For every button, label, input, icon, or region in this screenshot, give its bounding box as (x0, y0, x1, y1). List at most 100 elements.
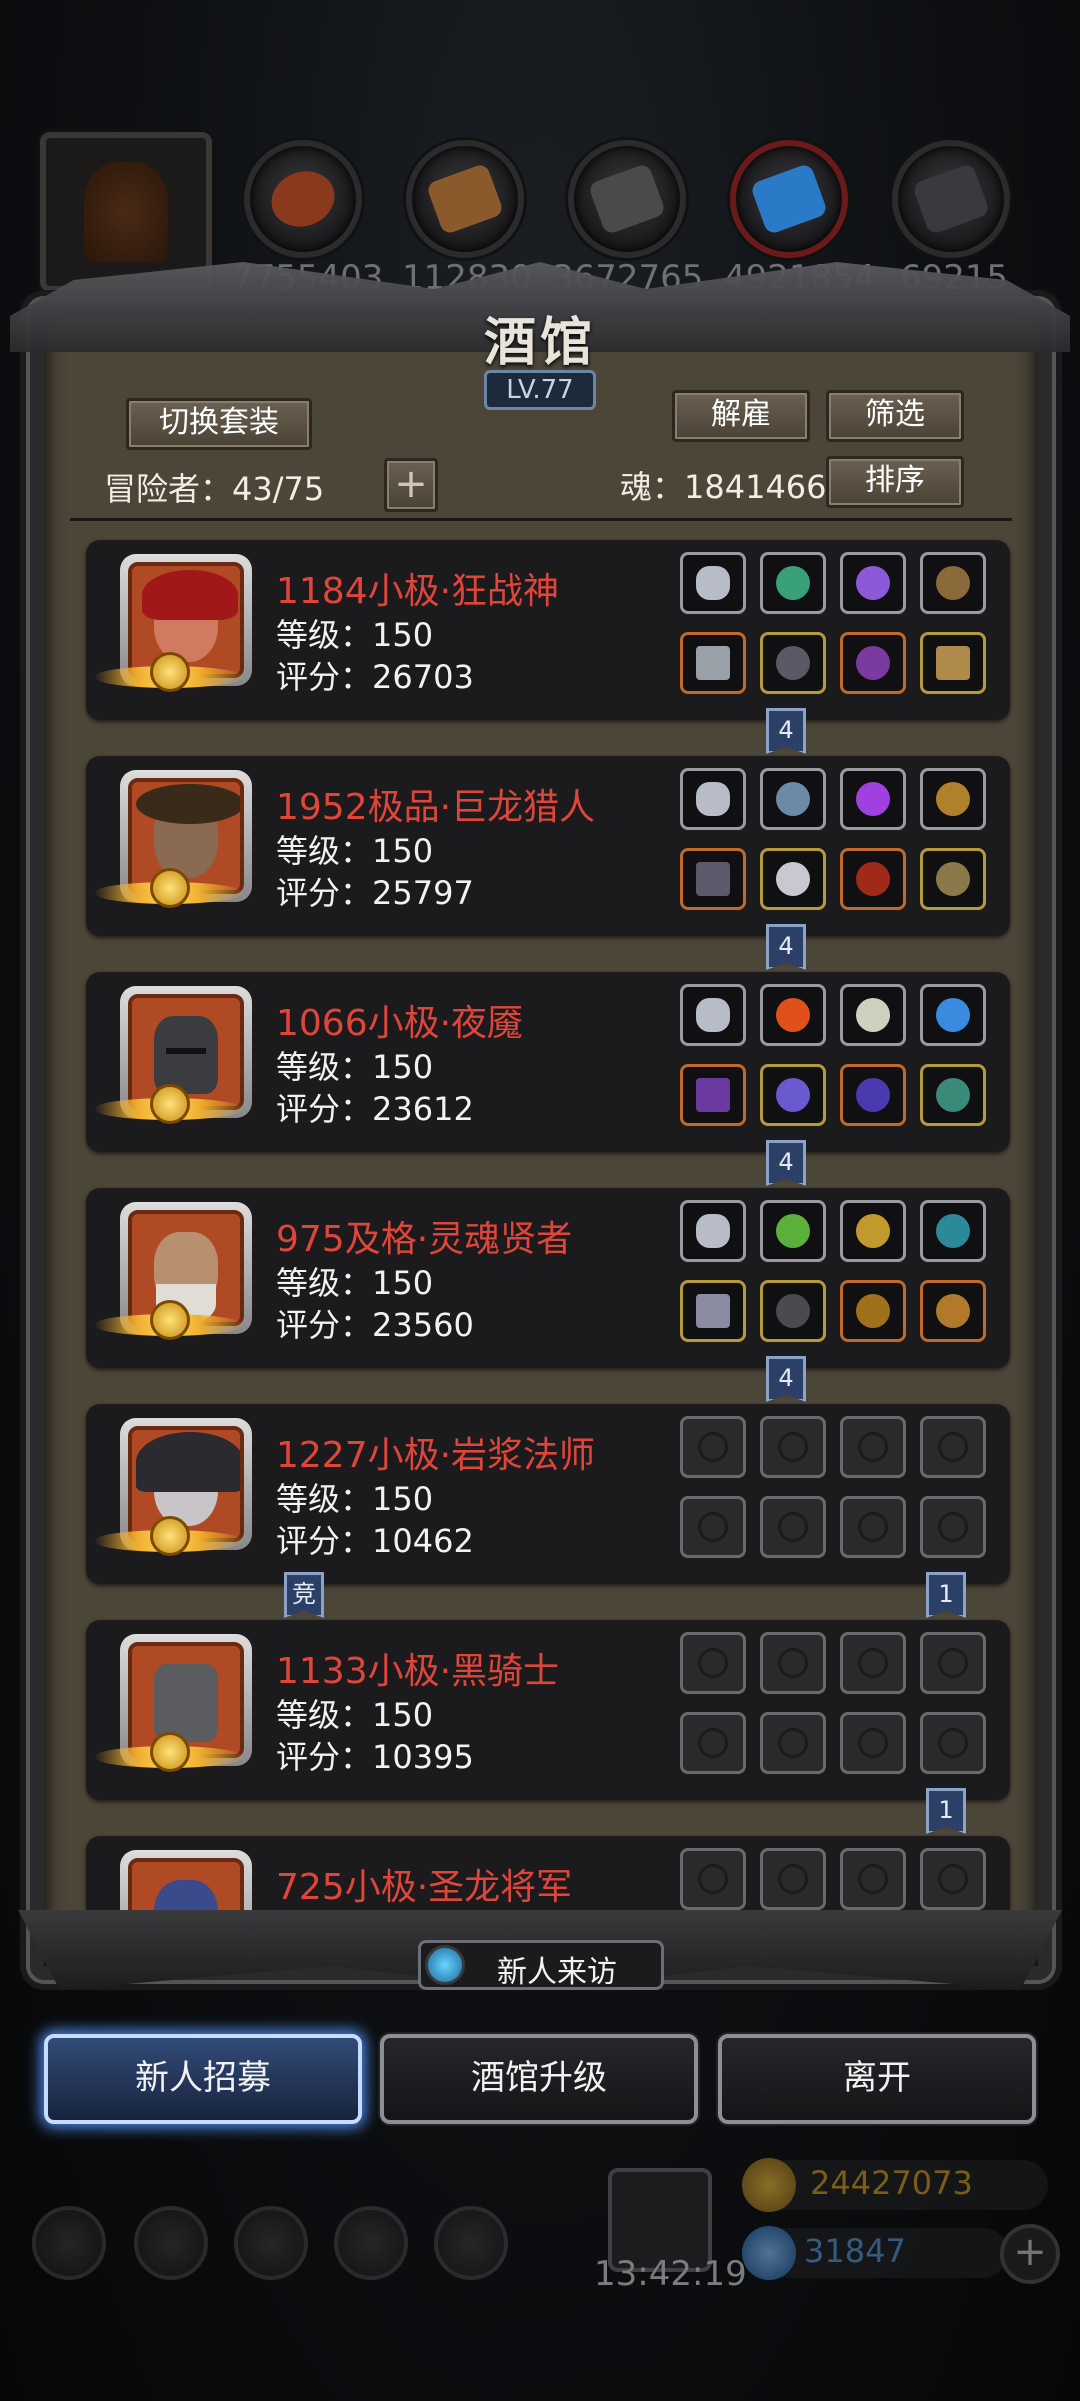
gem-slot[interactable] (760, 768, 826, 830)
filter-button[interactable]: 筛选 (826, 390, 964, 442)
gem-slot[interactable] (760, 552, 826, 614)
weapon-slot[interactable] (680, 848, 746, 910)
new-visitor-label: 新人来访 (497, 1955, 617, 1990)
adventurer-count: 冒险者：43/75 (104, 470, 325, 508)
empty-flame-slot[interactable] (760, 1632, 826, 1694)
hero-list[interactable]: 1184小极·狂战神 等级：150 评分：26703 4 1952极品·巨龙猎人… (70, 530, 1020, 1914)
hooded-avatar-icon[interactable] (40, 132, 212, 292)
hero-level: 等级：150 (276, 1480, 434, 1518)
stone-slot[interactable] (920, 1200, 986, 1262)
hero-card[interactable]: 1227小极·岩浆法师 等级：150 评分：10462 (86, 1404, 1010, 1584)
hero-name: 1066小极·夜魇 (276, 1003, 524, 1044)
rank-medal-icon (150, 1084, 190, 1124)
empty-necklace-slot[interactable] (680, 1416, 746, 1478)
mail-icon[interactable] (334, 2206, 408, 2280)
hero-card[interactable]: 975及格·灵魂贤者 等级：150 评分：23560 (86, 1188, 1010, 1368)
helmet-slot[interactable] (840, 1280, 906, 1342)
tasks-icon[interactable] (434, 2206, 508, 2280)
trinket-slot[interactable] (920, 768, 986, 830)
wood-resource-icon (406, 140, 524, 258)
helmet-slot[interactable] (840, 848, 906, 910)
crystal-slot[interactable] (840, 768, 906, 830)
hero-score: 评分：23612 (276, 1090, 474, 1128)
empty-hourglass-slot[interactable] (920, 1632, 986, 1694)
weapon-slot[interactable] (680, 1064, 746, 1126)
empty-armor-slot[interactable] (760, 1496, 826, 1558)
feather-slot[interactable] (920, 1064, 986, 1126)
equipment-count-tag: 4 (766, 708, 806, 754)
lantern-slot[interactable] (840, 1200, 906, 1262)
recruit-button[interactable]: 新人招募 (44, 2034, 362, 2124)
empty-hourglass-slot[interactable] (920, 1416, 986, 1478)
armor-slot[interactable] (760, 1064, 826, 1126)
necklace-slot[interactable] (680, 768, 746, 830)
switch-outfit-button[interactable]: 切换套装 (126, 398, 312, 450)
empty-hourglass-slot[interactable] (840, 1632, 906, 1694)
armor-slot[interactable] (760, 632, 826, 694)
hero-score: 评分：10395 (276, 1738, 474, 1776)
rank-medal-icon (150, 1300, 190, 1340)
armor-slot[interactable] (760, 848, 826, 910)
empty-armor-slot[interactable] (760, 1712, 826, 1774)
rank-medal-icon (150, 868, 190, 908)
empty-staff-slot[interactable] (680, 1496, 746, 1558)
tavern-screen: 7755403 112830 3672765 4921854 69215 酒馆 … (0, 0, 1080, 2401)
necklace-slot[interactable] (680, 984, 746, 1046)
hero-card[interactable]: 1184小极·狂战神 等级：150 评分：26703 (86, 540, 1010, 720)
gear-icon[interactable] (32, 2206, 106, 2280)
clock-icon (425, 1945, 465, 1985)
empty-ring-slot[interactable] (840, 1496, 906, 1558)
hero-card[interactable]: 1952极品·巨龙猎人 等级：150 评分：25797 (86, 756, 1010, 936)
hero-card[interactable]: 1133小极·黑骑士 等级：150 评分：10395 (86, 1620, 1010, 1800)
crystal-resource-icon (730, 140, 848, 258)
rank-medal-icon (150, 652, 190, 692)
empty-ring-slot[interactable] (920, 1712, 986, 1774)
necklace-slot[interactable] (680, 1200, 746, 1262)
hero-menu-icon[interactable] (134, 2206, 208, 2280)
equipment-count-tag: 4 (766, 1140, 806, 1186)
gold-amount: 24427073 (810, 2164, 973, 2202)
helmet-slot[interactable] (840, 632, 906, 694)
tavern-upgrade-button[interactable]: 酒馆升级 (380, 2034, 698, 2124)
armor-slot[interactable] (760, 1280, 826, 1342)
weapon-slot[interactable] (680, 632, 746, 694)
scroll-slot[interactable] (920, 632, 986, 694)
hero-level: 等级：150 (276, 1048, 434, 1086)
empty-necklace-slot[interactable] (680, 1632, 746, 1694)
arena-tag: 竞 (284, 1572, 324, 1618)
bell-slot[interactable] (920, 848, 986, 910)
add-adventurer-slot-button[interactable]: + (384, 458, 438, 512)
lantern-slot[interactable] (840, 552, 906, 614)
new-visitor-button[interactable]: 新人来访 (418, 1940, 664, 1990)
orb-slot[interactable] (920, 984, 986, 1046)
helmet-slot[interactable] (840, 1064, 906, 1126)
trinket-slot[interactable] (920, 552, 986, 614)
hero-level: 等级：150 (276, 1696, 434, 1734)
hero-card[interactable]: 1066小极·夜魇 等级：150 评分：23612 (86, 972, 1010, 1152)
empty-necklace-slot[interactable] (680, 1848, 746, 1910)
empty-ring-slot[interactable] (840, 1712, 906, 1774)
gem-slot[interactable] (760, 1200, 826, 1262)
empty-hourglass-slot[interactable] (920, 1848, 986, 1910)
hero-card[interactable]: 725小极·圣龙将军 (86, 1836, 1010, 1914)
hero-level: 等级：150 (276, 616, 434, 654)
necklace-slot[interactable] (680, 552, 746, 614)
hero-name: 1952极品·巨龙猎人 (276, 787, 596, 828)
empty-flame-slot[interactable] (760, 1416, 826, 1478)
empty-ring-slot[interactable] (920, 1496, 986, 1558)
horn-slot[interactable] (920, 1280, 986, 1342)
dismiss-button[interactable]: 解雇 (672, 390, 810, 442)
lantern-slot[interactable] (840, 984, 906, 1046)
leave-button[interactable]: 离开 (718, 2034, 1036, 2124)
stone-resource-icon (568, 140, 686, 258)
add-currency-button[interactable]: + (1000, 2224, 1060, 2284)
empty-hourglass-slot[interactable] (840, 1848, 906, 1910)
empty-sword-slot[interactable] (680, 1712, 746, 1774)
hero-name: 1133小极·黑骑士 (276, 1651, 560, 1692)
empty-hourglass-slot[interactable] (840, 1416, 906, 1478)
weapon-slot[interactable] (680, 1280, 746, 1342)
building-menu-icon[interactable] (234, 2206, 308, 2280)
sort-button[interactable]: 排序 (826, 456, 964, 508)
flame-slot[interactable] (760, 984, 826, 1046)
empty-flame-slot[interactable] (760, 1848, 826, 1910)
